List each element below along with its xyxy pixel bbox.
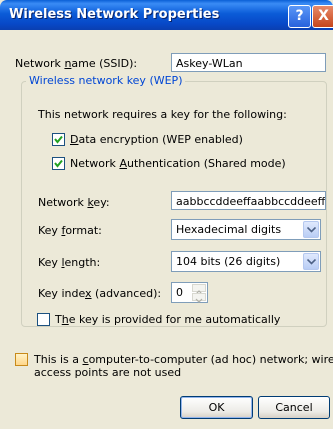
checkmark-icon xyxy=(54,159,63,168)
help-button[interactable]: ? xyxy=(288,5,311,28)
cancel-button[interactable]: Cancel xyxy=(258,396,330,419)
ssid-input[interactable]: Askey-WLan xyxy=(171,53,326,72)
network-auth-label[interactable]: Network Authentication (Shared mode) xyxy=(70,157,286,170)
network-auth-checkbox[interactable] xyxy=(52,157,65,170)
checkmark-icon xyxy=(54,135,63,144)
title-bar[interactable]: Wireless Network Properties ? X xyxy=(0,0,333,30)
key-length-select[interactable]: 104 bits (26 digits) xyxy=(171,251,321,272)
adhoc-checkbox[interactable] xyxy=(15,353,28,366)
key-length-value: 104 bits (26 digits) xyxy=(176,255,281,268)
ssid-label: Network name (SSID): xyxy=(15,57,138,70)
close-icon: X xyxy=(318,8,329,24)
key-index-value: 0 xyxy=(176,286,183,299)
chevron-down-icon[interactable] xyxy=(303,221,319,238)
key-format-label: Key format: xyxy=(38,224,102,237)
key-index-label: Key index (advanced): xyxy=(38,287,162,300)
wep-intro-text: This network requires a key for the foll… xyxy=(38,108,287,121)
spin-down-button[interactable] xyxy=(192,293,206,303)
dialog-window: Wireless Network Properties ? X Network … xyxy=(0,0,333,429)
data-encryption-checkbox[interactable] xyxy=(52,133,65,146)
chevron-down-icon xyxy=(195,298,203,303)
key-format-select[interactable]: Hexadecimal digits xyxy=(171,219,321,240)
help-icon: ? xyxy=(295,8,304,24)
auto-key-label[interactable]: The key is provided for me automatically xyxy=(55,313,280,326)
chevron-down-icon[interactable] xyxy=(303,253,319,270)
adhoc-label-line2[interactable]: access points are not used xyxy=(34,366,181,379)
data-encryption-label[interactable]: Data encryption (WEP enabled) xyxy=(70,133,243,146)
adhoc-label-line1[interactable]: This is a computer-to-computer (ad hoc) … xyxy=(34,353,333,366)
window-title: Wireless Network Properties xyxy=(9,7,220,22)
key-format-value: Hexadecimal digits xyxy=(176,223,282,236)
network-key-label: Network key: xyxy=(38,196,110,209)
auto-key-checkbox[interactable] xyxy=(37,313,50,326)
key-length-label: Key length: xyxy=(38,256,101,269)
close-button[interactable]: X xyxy=(312,5,333,28)
spin-up-button[interactable] xyxy=(192,284,206,295)
key-index-spinner[interactable]: 0 xyxy=(171,282,208,303)
ok-button[interactable]: OK xyxy=(180,396,253,419)
wep-group-legend: Wireless network key (WEP) xyxy=(26,74,186,87)
network-key-input[interactable]: aabbccddeeffaabbccddeeff xyxy=(171,191,326,210)
